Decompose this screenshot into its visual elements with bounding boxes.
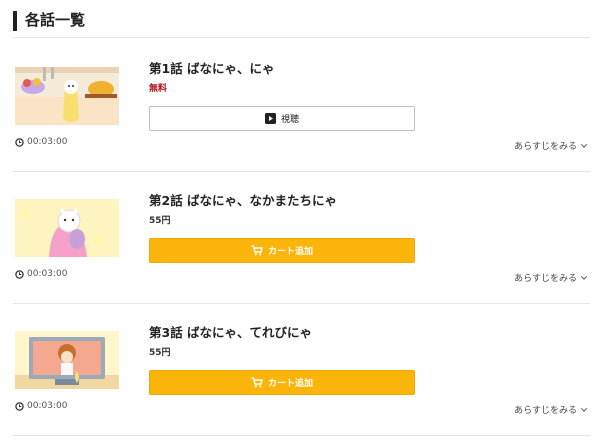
chevron-down-icon (580, 143, 588, 148)
episode-thumbnail-1[interactable] (15, 67, 119, 125)
cart-icon (251, 377, 263, 388)
chevron-down-icon (580, 407, 588, 412)
episode-duration-1: 00:03:00 (15, 137, 67, 147)
watch-button-label: 視聴 (280, 115, 299, 125)
synopsis-label: あらすじをみる (514, 142, 577, 152)
episode-item-3: 第3話 ばなにゃ、てれびにゃ 55円 カート追加 00:03:00 あらすじをみ… (13, 303, 590, 436)
episode-thumbnail-2[interactable] (15, 199, 119, 257)
episode-title-3[interactable]: 第3話 ばなにゃ、てれびにゃ (149, 322, 312, 341)
clock-icon (15, 401, 24, 411)
clock-icon (15, 269, 24, 279)
section-title: 各話一覧 (25, 11, 86, 29)
add-to-cart-label: カート追加 (267, 379, 313, 389)
duration-text: 00:03:00 (27, 137, 68, 147)
duration-text: 00:03:00 (27, 269, 68, 279)
episode-price-2: 55円 (149, 216, 171, 226)
episode-duration-2: 00:03:00 (15, 269, 67, 279)
synopsis-toggle-1[interactable]: あらすじをみる (514, 139, 588, 152)
chevron-down-icon (580, 275, 588, 280)
episode-thumbnail-3[interactable] (15, 331, 119, 389)
cart-icon (251, 245, 263, 256)
section-header: 各話一覧 (13, 7, 590, 38)
synopsis-toggle-3[interactable]: あらすじをみる (514, 403, 588, 416)
play-icon (264, 113, 276, 124)
section-header-bar (13, 11, 17, 31)
episode-title-1[interactable]: 第1話 ばなにゃ、にゃ (149, 58, 275, 77)
duration-text: 00:03:00 (27, 401, 68, 411)
episode-price-3: 55円 (149, 348, 171, 358)
episode-item-1: 第1話 ばなにゃ、にゃ 無料 視聴 00:03:00 あらすじをみる (13, 39, 590, 172)
add-to-cart-button-2[interactable]: カート追加 (149, 238, 415, 263)
episode-title-2[interactable]: 第2話 ばなにゃ、なかまたちにゃ (149, 190, 337, 209)
episode-duration-3: 00:03:00 (15, 401, 67, 411)
add-to-cart-button-3[interactable]: カート追加 (149, 370, 415, 395)
add-to-cart-label: カート追加 (267, 247, 313, 257)
synopsis-label: あらすじをみる (514, 274, 577, 284)
episode-price-1: 無料 (149, 84, 168, 94)
synopsis-label: あらすじをみる (514, 406, 577, 416)
clock-icon (15, 137, 24, 147)
episode-item-2: 第2話 ばなにゃ、なかまたちにゃ 55円 カート追加 00:03:00 あらすじ… (13, 171, 590, 304)
synopsis-toggle-2[interactable]: あらすじをみる (514, 271, 588, 284)
watch-button-1[interactable]: 視聴 (149, 106, 415, 131)
